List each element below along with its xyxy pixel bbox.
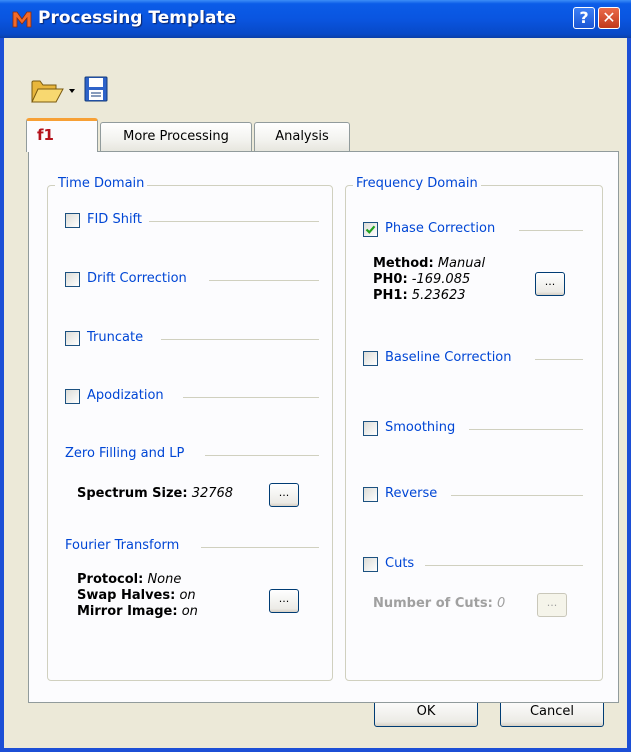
number-of-cuts-value: 0 xyxy=(496,596,506,611)
apodization-checkbox[interactable] xyxy=(65,389,80,404)
method-label: Method: xyxy=(373,256,434,271)
folder-open-icon[interactable] xyxy=(30,76,64,104)
baseline-correction-label[interactable]: Baseline Correction xyxy=(385,350,512,365)
divider xyxy=(205,455,319,456)
truncate-row[interactable]: Truncate xyxy=(65,330,315,350)
spectrum-size-value: 32768 xyxy=(191,486,234,501)
reverse-checkbox[interactable] xyxy=(363,487,378,502)
phase-correction-checkbox[interactable] xyxy=(363,222,378,237)
drift-correction-label[interactable]: Drift Correction xyxy=(87,271,187,286)
cuts-settings-button[interactable]: ... xyxy=(537,593,567,617)
phase-correction-label[interactable]: Phase Correction xyxy=(385,221,495,236)
drift-correction-checkbox[interactable] xyxy=(65,272,80,287)
divider xyxy=(209,280,319,281)
dropdown-arrow-icon[interactable] xyxy=(68,88,76,94)
baseline-correction-checkbox[interactable] xyxy=(363,351,378,366)
drift-correction-row[interactable]: Drift Correction xyxy=(65,271,315,291)
cuts-row[interactable]: Cuts xyxy=(363,556,583,576)
title-bar[interactable]: Processing Template ? ✕ xyxy=(0,0,631,38)
divider xyxy=(535,359,583,360)
divider xyxy=(201,547,319,548)
reverse-label[interactable]: Reverse xyxy=(385,486,437,501)
protocol-label: Protocol: xyxy=(77,572,144,587)
divider xyxy=(161,339,319,340)
ph0-text: PH0: -169.085 xyxy=(373,272,470,287)
divider xyxy=(519,230,583,231)
cuts-label[interactable]: Cuts xyxy=(385,556,414,571)
divider xyxy=(469,429,583,430)
smoothing-checkbox[interactable] xyxy=(363,421,378,436)
fourier-settings-button[interactable]: ... xyxy=(269,589,299,613)
cuts-checkbox[interactable] xyxy=(363,557,378,572)
apodization-label[interactable]: Apodization xyxy=(87,388,164,403)
tab-f1[interactable]: f1 xyxy=(26,118,98,152)
apodization-row[interactable]: Apodization xyxy=(65,388,315,408)
protocol-value: None xyxy=(147,572,182,587)
window-title: Processing Template xyxy=(38,8,237,28)
method-value: Manual xyxy=(437,256,486,271)
fourier-transform-heading: Fourier Transform xyxy=(65,538,180,553)
phase-correction-settings-button[interactable]: ... xyxy=(535,272,565,296)
baseline-correction-row[interactable]: Baseline Correction xyxy=(363,350,583,370)
m-logo-icon xyxy=(12,11,32,28)
number-of-cuts-text: Number of Cuts: 0 xyxy=(373,596,505,611)
tab-analysis[interactable]: Analysis xyxy=(254,122,350,152)
time-domain-title: Time Domain xyxy=(55,176,148,191)
swap-halves-label: Swap Halves: xyxy=(77,588,176,603)
ph1-value: 5.23623 xyxy=(411,288,466,303)
divider xyxy=(149,221,319,222)
smoothing-label[interactable]: Smoothing xyxy=(385,420,455,435)
truncate-checkbox[interactable] xyxy=(65,331,80,346)
phase-correction-row[interactable]: Phase Correction xyxy=(363,221,583,241)
smoothing-row[interactable]: Smoothing xyxy=(363,420,583,440)
ph0-value: -169.085 xyxy=(411,272,471,287)
tab-more-processing[interactable]: More Processing xyxy=(100,122,252,152)
help-button[interactable]: ? xyxy=(573,7,595,29)
processing-template-dialog: Processing Template ? ✕ f1 More Processi… xyxy=(0,0,631,752)
protocol-text: Protocol: None xyxy=(77,572,181,587)
close-button[interactable]: ✕ xyxy=(598,7,620,29)
spectrum-size-text: Spectrum Size: 32768 xyxy=(77,486,233,501)
divider xyxy=(425,565,583,566)
number-of-cuts-label: Number of Cuts: xyxy=(373,596,493,611)
zero-filling-settings-button[interactable]: ... xyxy=(269,483,299,507)
fid-shift-checkbox[interactable] xyxy=(65,213,80,228)
truncate-label[interactable]: Truncate xyxy=(87,330,143,345)
fid-shift-label[interactable]: FID Shift xyxy=(87,212,142,227)
mirror-image-value: on xyxy=(181,604,198,619)
checkmark-icon xyxy=(365,225,376,234)
ph1-text: PH1: 5.23623 xyxy=(373,288,466,303)
frequency-domain-title: Frequency Domain xyxy=(353,176,481,191)
ph1-label: PH1: xyxy=(373,288,408,303)
save-disk-icon[interactable] xyxy=(84,76,108,102)
tab-panel-f1: Time Domain FID Shift Drift Correction T… xyxy=(28,151,619,703)
swap-halves-value: on xyxy=(179,588,196,603)
ph0-label: PH0: xyxy=(373,272,408,287)
divider xyxy=(183,397,319,398)
swap-halves-text: Swap Halves: on xyxy=(77,588,196,603)
mirror-image-label: Mirror Image: xyxy=(77,604,178,619)
reverse-row[interactable]: Reverse xyxy=(363,486,583,506)
mirror-image-text: Mirror Image: on xyxy=(77,604,198,619)
method-text: Method: Manual xyxy=(373,256,485,271)
spectrum-size-label: Spectrum Size: xyxy=(77,486,188,501)
fid-shift-row[interactable]: FID Shift xyxy=(65,212,315,232)
divider xyxy=(451,495,583,496)
zero-filling-heading: Zero Filling and LP xyxy=(65,446,185,461)
